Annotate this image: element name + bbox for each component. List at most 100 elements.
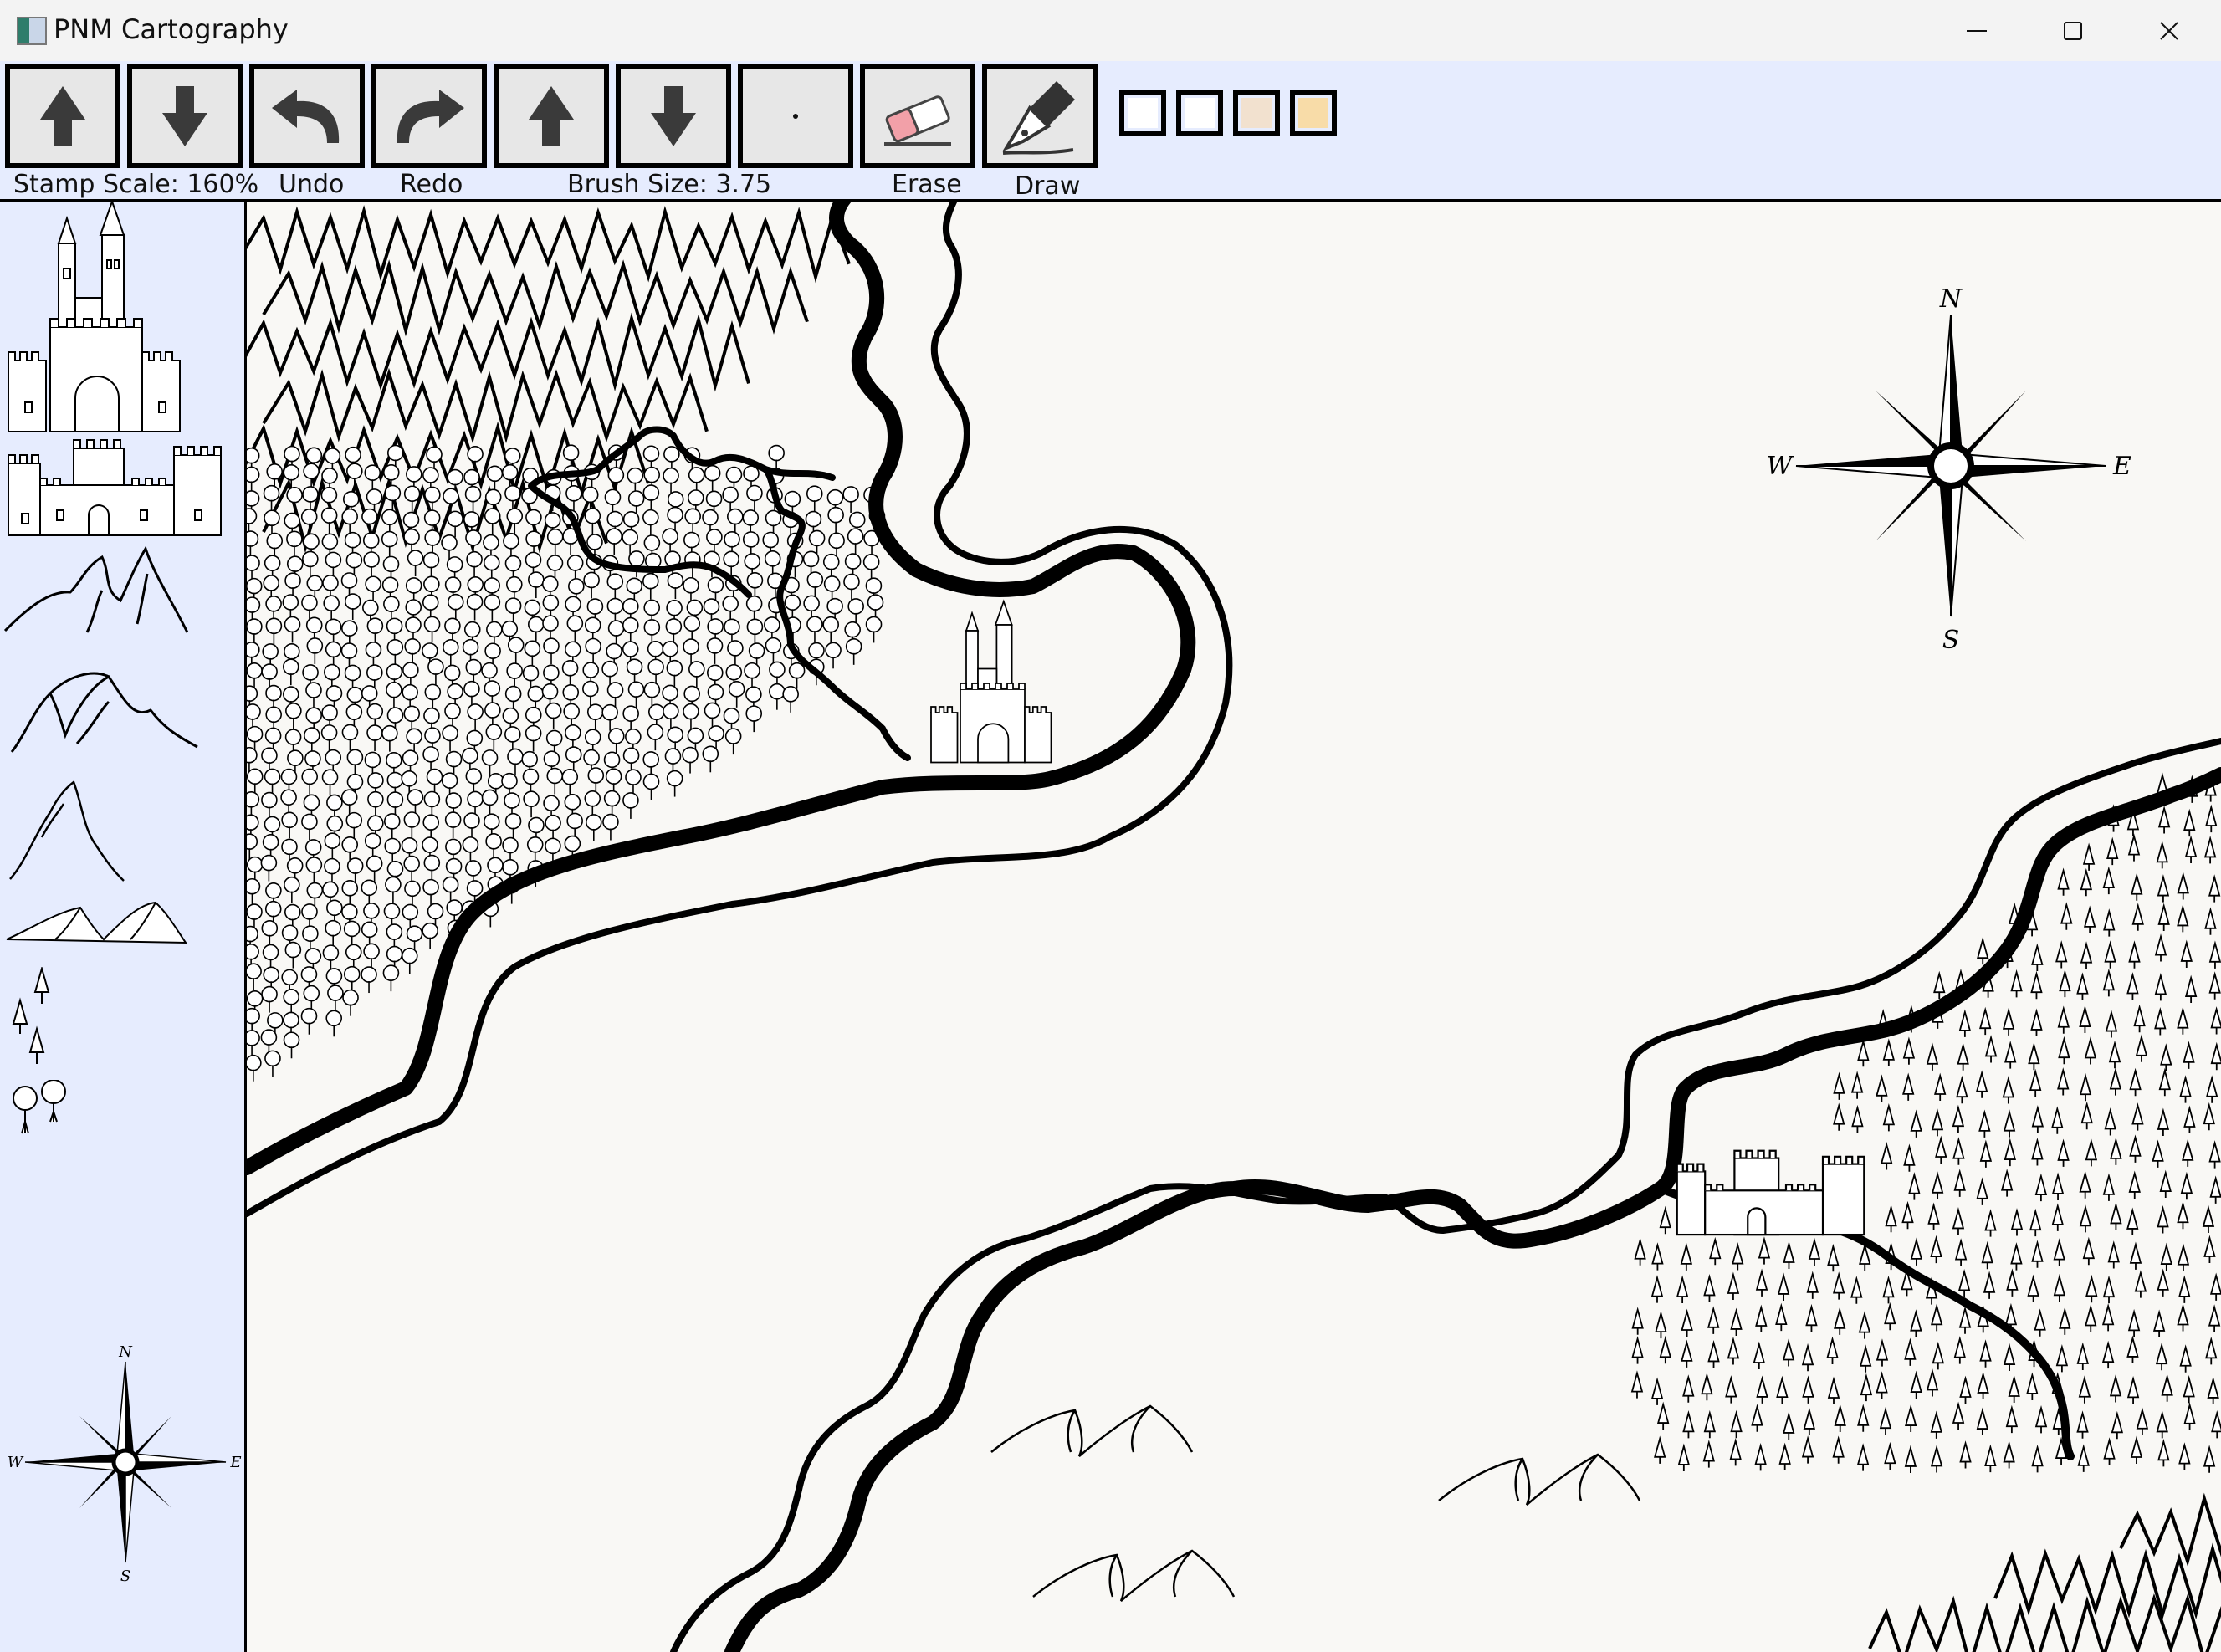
tree-deciduous: [586, 703, 604, 731]
tree-pine: [2102, 866, 2115, 895]
tree-pine: [1931, 1171, 1944, 1199]
tree-pine: [1833, 1102, 1845, 1131]
stamp-mountains-jagged[interactable]: [3, 540, 192, 641]
map-canvas[interactable]: N S W E: [247, 202, 2221, 1652]
compass-s-label: S: [1942, 626, 1960, 655]
tree-deciduous: [788, 662, 806, 689]
tree-deciduous: [424, 486, 441, 514]
tree-pine: [1959, 1440, 1972, 1469]
tree-deciduous: [464, 485, 482, 513]
color-swatch-1[interactable]: [1119, 90, 1166, 136]
tree-deciduous: [722, 595, 739, 622]
tree-deciduous: [745, 595, 763, 622]
tree-deciduous: [286, 486, 303, 514]
undo-button[interactable]: [249, 64, 365, 168]
stamp-castle-wide[interactable]: [7, 438, 224, 537]
tree-deciduous: [806, 485, 823, 513]
stamp-compass-rose[interactable]: N S W E: [8, 1343, 243, 1582]
tree-pine: [1650, 1275, 1664, 1303]
tree-pine: [1979, 1139, 1993, 1168]
tree-pine: [1876, 1338, 1889, 1367]
tree-deciduous: [704, 702, 721, 729]
tree-deciduous: [706, 637, 724, 664]
tree-deciduous: [862, 554, 880, 581]
brush-size-up-button[interactable]: [494, 64, 609, 168]
tree-deciduous: [247, 963, 262, 990]
tree-deciduous: [683, 615, 701, 642]
tree-pine: [1926, 1368, 1939, 1397]
tree-pine: [2031, 1240, 2044, 1268]
brush-size-down-button[interactable]: [616, 64, 731, 168]
tree-deciduous: [561, 768, 579, 795]
redo-button[interactable]: [371, 64, 487, 168]
close-button[interactable]: [2121, 0, 2217, 61]
map-castle-wide: [1676, 1149, 1865, 1236]
stamp-mountains-peaks[interactable]: [8, 660, 201, 756]
tree-deciduous: [724, 728, 742, 755]
tree-deciduous: [466, 593, 484, 621]
color-swatch-3[interactable]: [1233, 90, 1280, 136]
draw-button[interactable]: [982, 64, 1098, 168]
stamp-deciduous-trees[interactable]: [8, 1080, 75, 1138]
compass-stamp-s: S: [120, 1568, 130, 1582]
tree-pine: [1650, 1377, 1664, 1405]
tree-pine: [1730, 1409, 1743, 1439]
tree-pine: [2104, 1107, 2116, 1136]
tree-deciduous: [247, 530, 259, 558]
tree-pine: [2126, 1335, 2139, 1363]
erase-button[interactable]: [860, 64, 975, 168]
tree-pine: [2160, 1043, 2172, 1071]
tree-pine: [1904, 1337, 1917, 1366]
tree-deciduous: [847, 528, 864, 555]
tree-pine: [2082, 1236, 2096, 1266]
tree-deciduous: [363, 943, 380, 970]
tree-pine: [2003, 1109, 2016, 1138]
tree-deciduous: [622, 616, 639, 644]
tree-deciduous: [284, 616, 301, 643]
tree-deciduous: [264, 509, 280, 537]
stamp-scale-up-button[interactable]: [5, 64, 120, 168]
brush-preview-button[interactable]: [738, 64, 853, 168]
tree-deciduous: [584, 790, 601, 817]
tree-pine: [2178, 1275, 2191, 1303]
tree-pine: [1802, 1375, 1814, 1404]
stamp-dunes[interactable]: [5, 896, 189, 946]
stamp-pine-trees[interactable]: [12, 967, 62, 1067]
minimize-button[interactable]: [1928, 0, 2024, 61]
tree-pine: [1882, 1102, 1896, 1132]
tree-pine: [1777, 1272, 1790, 1301]
tree-pine: [2057, 1005, 2070, 1034]
tree-deciduous: [426, 768, 443, 795]
tree-deciduous: [481, 789, 499, 816]
tree-deciduous: [364, 464, 381, 492]
tree-pine: [2161, 1373, 2173, 1402]
erase-label: Erase: [892, 170, 962, 199]
tree-pine: [2182, 1138, 2194, 1167]
tree-deciduous: [642, 773, 660, 800]
tree-pine: [1958, 1009, 1972, 1037]
tree-deciduous: [602, 813, 619, 841]
tree-pine: [1903, 1143, 1916, 1172]
stamp-mountain-single[interactable]: [8, 779, 125, 883]
tree-deciduous: [484, 594, 501, 621]
tree-deciduous: [423, 790, 441, 818]
arrow-up-icon: [40, 86, 85, 146]
tree-deciduous: [346, 463, 363, 490]
tree-deciduous: [285, 703, 302, 729]
color-swatch-2[interactable]: [1176, 90, 1223, 136]
stamp-castle-tall[interactable]: [8, 202, 184, 432]
tree-pine: [2128, 940, 2141, 969]
close-icon: [2159, 21, 2178, 40]
tree-pine: [2010, 969, 2023, 998]
tree-pine: [2203, 836, 2217, 864]
tree-deciduous: [545, 814, 561, 841]
tree-pine: [1977, 1371, 1989, 1399]
tree-deciduous: [301, 768, 318, 795]
stamp-scale-down-button[interactable]: [127, 64, 243, 168]
app-icon: [17, 17, 47, 45]
tree-deciduous: [662, 528, 678, 555]
color-swatch-4[interactable]: [1290, 90, 1337, 136]
maximize-button[interactable]: [2024, 0, 2121, 61]
tree-deciduous: [384, 484, 402, 512]
tree-pine: [1832, 1435, 1845, 1464]
